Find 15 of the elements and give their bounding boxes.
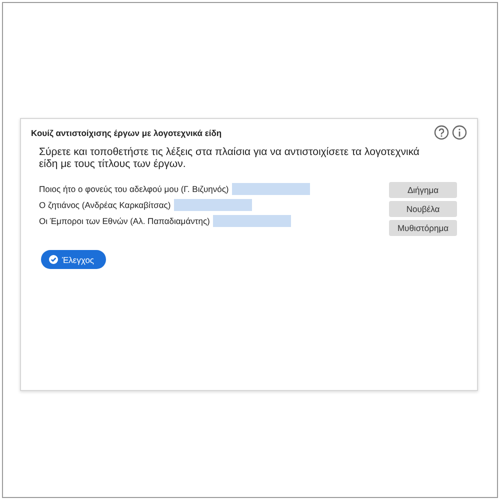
instructions-text: Σύρετε και τοποθετήστε τις λέξεις στα πλαίσια για να αντιστοιχίσετε τα λογοτεχνικά είδη με τους τίτλους των έργων.	[39, 146, 421, 170]
info-icon[interactable]	[452, 125, 467, 140]
work-title: Ο ζητιάνος (Ανδρέας Καρκαβίτσας)	[39, 200, 171, 210]
drop-field[interactable]	[174, 198, 252, 210]
help-icon[interactable]	[434, 125, 449, 140]
genre-chip[interactable]: Μυθιστόρημα	[389, 220, 457, 236]
check-button[interactable]: Έλεγχος	[41, 250, 106, 269]
genre-chip[interactable]: Νουβέλα	[389, 201, 457, 217]
genre-chip[interactable]: Διήγημα	[389, 182, 457, 198]
work-title: Ποιος ήτο ο φονεύς του αδελφού μου (Γ. Βιζυηνός)	[39, 184, 229, 194]
drop-field[interactable]	[232, 182, 310, 194]
check-icon	[49, 255, 58, 264]
work-title: Οι Έμποροι των Εθνών (Αλ. Παπαδιαμάντης)	[39, 216, 210, 226]
drop-field[interactable]	[212, 214, 291, 226]
quiz-title: Κουίζ αντιστοίχισης έργων με λογοτεχνικά είδη	[31, 128, 222, 138]
